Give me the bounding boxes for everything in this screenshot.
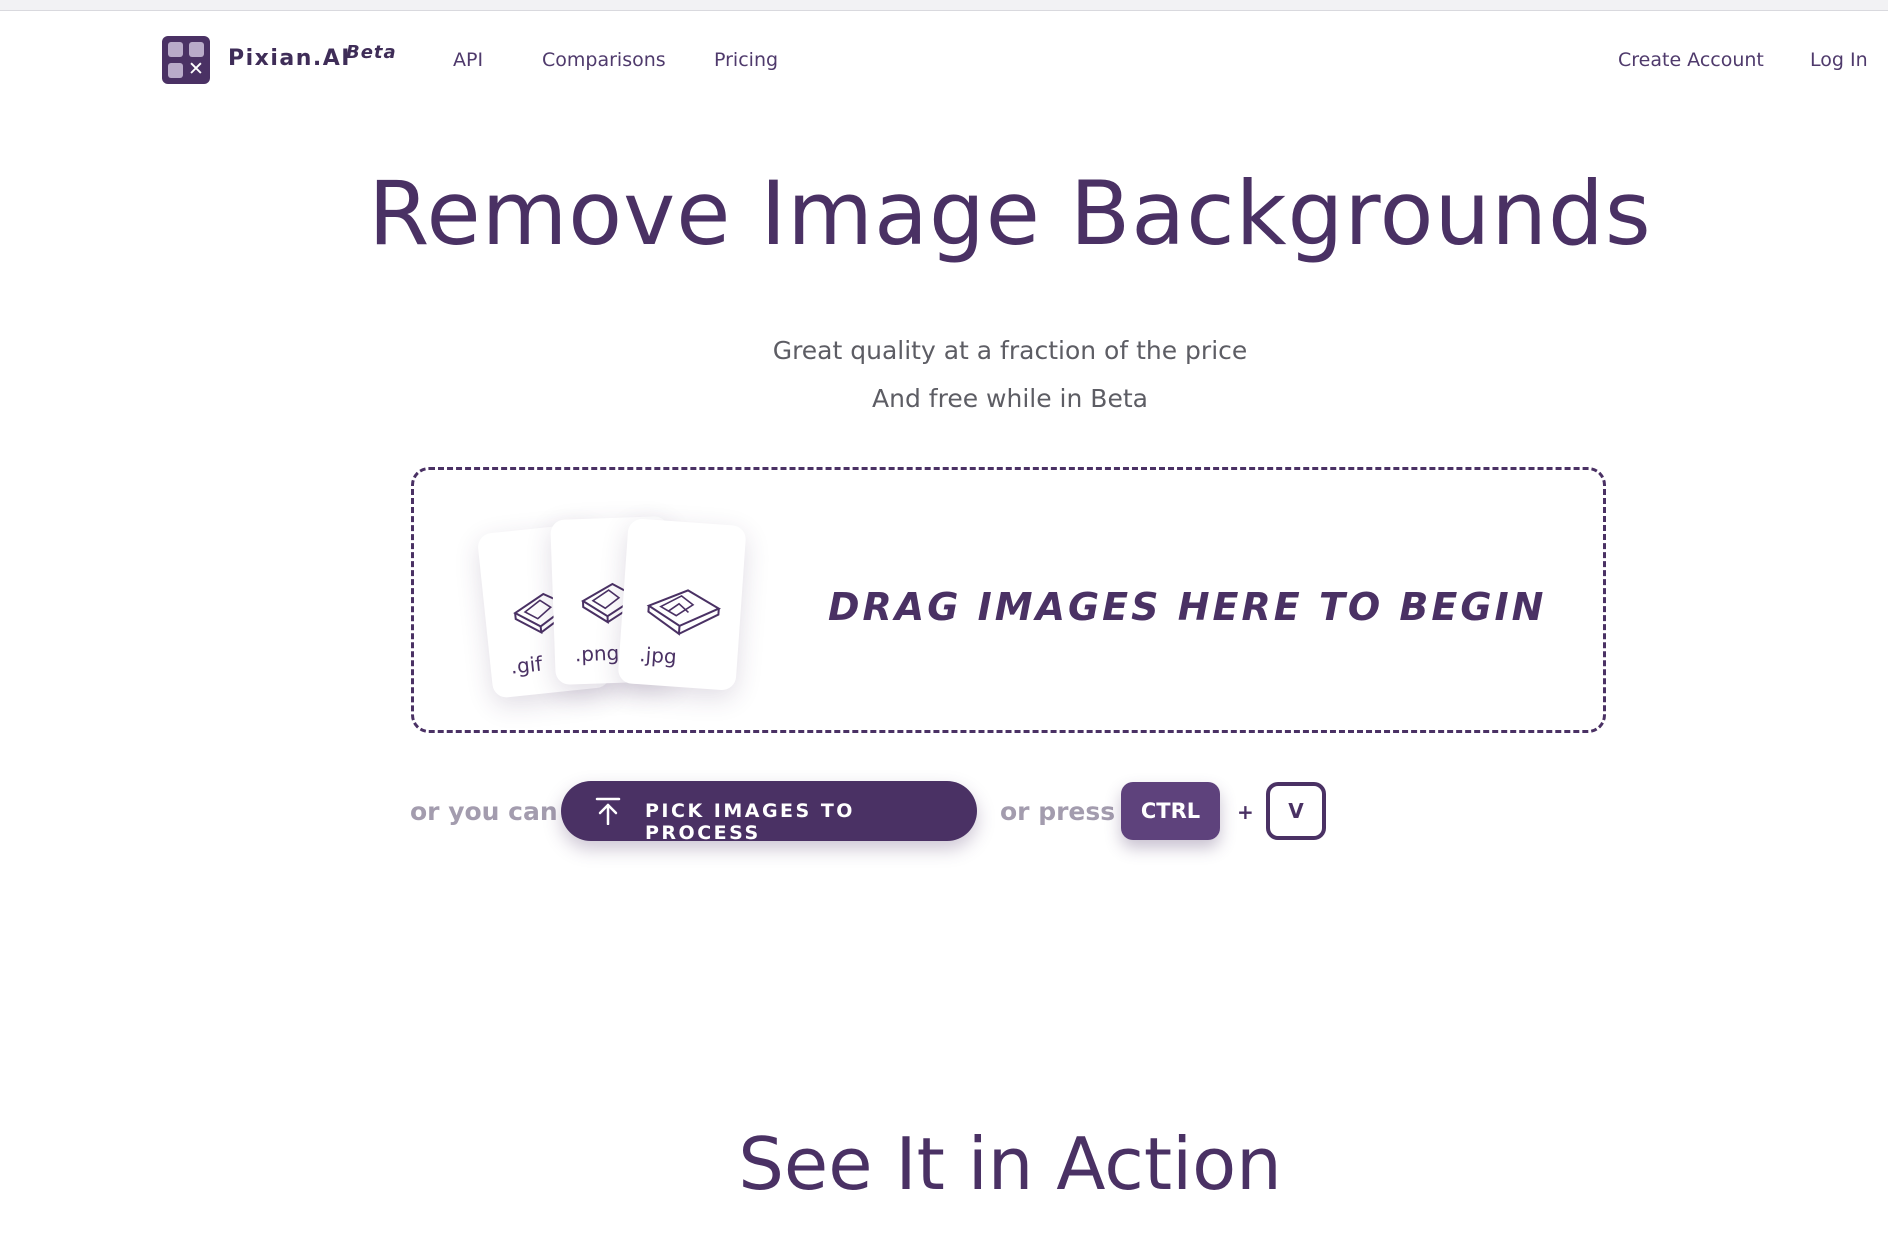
- browser-top-bar: [0, 0, 1888, 11]
- logo-x-mark: ✕: [188, 58, 204, 80]
- beta-badge: Beta: [346, 42, 397, 63]
- jpg-file-card: .jpg: [617, 518, 747, 691]
- logo-square: [189, 42, 204, 57]
- v-key: V: [1266, 782, 1326, 840]
- nav-log-in[interactable]: Log In: [1810, 49, 1868, 71]
- nav-api[interactable]: API: [453, 49, 483, 71]
- or-press-label: or press: [1000, 797, 1116, 826]
- file-extension-png: .png: [574, 640, 620, 667]
- brand-name[interactable]: Pixian.AI: [228, 46, 351, 71]
- plus-sign: +: [1237, 800, 1254, 824]
- ctrl-key: CTRL: [1121, 782, 1220, 840]
- logo-square: [168, 63, 183, 78]
- or-you-can-label: or you can: [410, 797, 558, 826]
- logo-icon[interactable]: ✕: [162, 36, 210, 84]
- upload-arrow-icon: [595, 797, 621, 825]
- section-title: See It in Action: [738, 1122, 1282, 1206]
- nav-pricing[interactable]: Pricing: [714, 49, 778, 71]
- logo-square: [168, 42, 183, 57]
- nav-create-account[interactable]: Create Account: [1618, 49, 1764, 71]
- image-file-icon: [646, 589, 721, 636]
- nav-comparisons[interactable]: Comparisons: [542, 49, 666, 71]
- hero-subtitle-beta: And free while in Beta: [872, 384, 1148, 413]
- pick-images-label: PICK IMAGES TO PROCESS: [645, 800, 855, 844]
- hero-subtitle: Great quality at a fraction of the price: [772, 336, 1248, 365]
- dropzone-prompt: DRAG IMAGES HERE TO BEGIN: [828, 585, 1547, 629]
- file-extension-gif: .gif: [509, 651, 544, 679]
- file-extension-jpg: .jpg: [638, 642, 678, 669]
- pick-images-button[interactable]: PICK IMAGES TO PROCESS: [561, 781, 977, 844]
- page-title: Remove Image Backgrounds: [368, 162, 1652, 265]
